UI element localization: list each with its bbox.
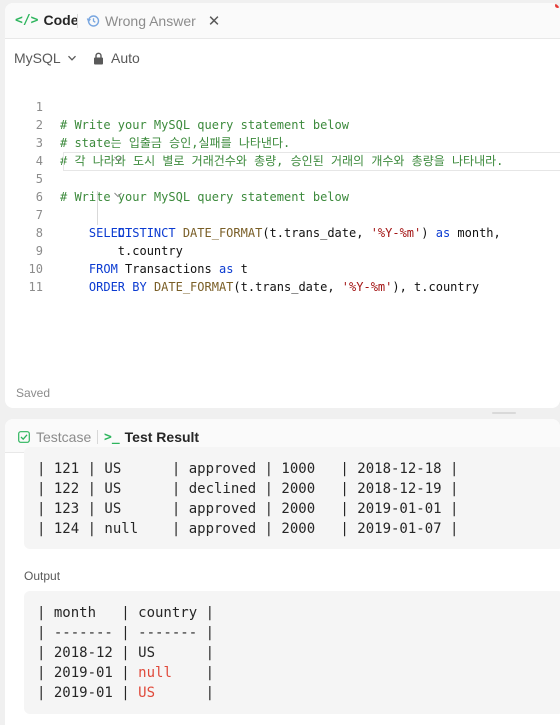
code-text: ORDER BY DATE_FORMAT(t.trans_date, '%Y-%…	[60, 278, 479, 296]
close-icon[interactable]: ✕	[208, 12, 221, 30]
table-row: | 124 | null | approved | 2000 | 2019-01…	[37, 521, 459, 537]
table-header: | month | country |	[37, 605, 215, 621]
testcase-input-table: | 121 | US | approved | 1000 | 2018-12-1…	[24, 447, 560, 549]
tab-code[interactable]: </> Code	[15, 12, 78, 28]
history-icon	[86, 14, 100, 28]
sql-keyword: ORDER BY	[88, 280, 147, 294]
code-text: ), t.country	[392, 280, 480, 294]
tab-code-label: Code	[43, 12, 79, 28]
output-label: Output	[24, 569, 61, 583]
code-text: (t.trans_date,	[233, 280, 342, 294]
code-line-active: 5	[5, 152, 560, 186]
code-line: 11	[5, 260, 560, 294]
table-row: | 2019-01 | null |	[24, 663, 560, 683]
code-icon: </>	[15, 12, 39, 28]
tab-divider	[77, 14, 78, 28]
sql-string: '%Y-%m'	[341, 280, 393, 294]
editor-toolbar: MySQL Auto	[5, 39, 560, 75]
table-row: | 2018-12 | US |	[24, 643, 560, 663]
cell-country-diff: US	[138, 685, 198, 701]
output-table: | month | country | | ------- | ------- …	[24, 591, 560, 714]
code-editor[interactable]: 1 # Write your MySQL query statement bel…	[5, 80, 560, 294]
code-line: 9 FROM Transactions as t	[5, 224, 560, 276]
language-select[interactable]: MySQL	[14, 50, 77, 66]
tab-test-result-label: Test Result	[124, 429, 200, 445]
table-divider: | ------- | ------- |	[37, 625, 215, 641]
sql-function: DATE_FORMAT	[153, 280, 234, 294]
cell-month: | 2019-01 |	[37, 665, 139, 681]
cell-end: |	[197, 645, 215, 661]
cell-country-diff: null	[138, 665, 198, 681]
code-line: 7 DISTINCT DATE_FORMAT(t.trans_date, '%Y…	[5, 188, 560, 240]
tab-divider	[97, 430, 98, 444]
notification-dot	[555, 3, 560, 8]
cell-country: US	[138, 645, 198, 661]
code-line: 10 ORDER BY DATE_FORMAT(t.trans_date, '%…	[5, 242, 560, 294]
editor-tabbar: </> Code Wrong Answer ✕	[5, 3, 560, 39]
code-line: 6 SELECT	[5, 170, 560, 240]
panel-resize-handle[interactable]	[492, 412, 516, 414]
table-row: | 2019-01 | US |	[24, 683, 560, 703]
page: </> Code Wrong Answer ✕ MySQL Auto 1 # W…	[0, 0, 560, 725]
language-label: MySQL	[14, 50, 61, 66]
table-row: | 122 | US | declined | 2000 | 2018-12-1…	[37, 481, 459, 497]
indent-guide	[97, 191, 98, 225]
chevron-down-icon	[67, 53, 77, 63]
cell-month: | 2018-12 |	[37, 645, 139, 661]
checkbox-icon	[18, 431, 30, 443]
lock-icon	[93, 52, 104, 65]
auto-label: Auto	[111, 50, 140, 66]
line-number: 11	[28, 280, 43, 294]
cell-month: | 2019-01 |	[37, 685, 139, 701]
tab-wrong-answer[interactable]: Wrong Answer ✕	[86, 12, 220, 30]
terminal-icon: >_	[104, 429, 120, 445]
result-panel: Testcase >_ Test Result | 121 | US | app…	[5, 419, 560, 725]
code-line: 3 # 각 나라와 도시 별로 거래건수와 총량, 승인된 거래의 개수와 총량…	[5, 116, 560, 168]
tab-testcase-label: Testcase	[36, 429, 92, 445]
code-line: 4 # Write your MySQL query statement bel…	[5, 134, 560, 204]
code-line: 8 t.country	[5, 206, 560, 258]
cell-end: |	[197, 665, 215, 681]
table-row: | 123 | US | approved | 2000 | 2019-01-0…	[37, 501, 459, 517]
code-line: 1 # Write your MySQL query statement bel…	[5, 80, 560, 132]
tab-wrong-answer-label: Wrong Answer	[105, 13, 196, 29]
table-row: | 121 | US | approved | 1000 | 2018-12-1…	[37, 461, 459, 477]
editor-panel: </> Code Wrong Answer ✕ MySQL Auto 1 # W…	[5, 3, 560, 408]
autocomplete-toggle[interactable]: Auto	[93, 50, 140, 66]
tab-test-result[interactable]: >_ Test Result	[104, 429, 199, 445]
saved-status: Saved	[16, 386, 51, 400]
code-line: 2 # state는 입출금 승인,실패를 나타낸다.	[5, 98, 560, 150]
cell-end: |	[197, 685, 215, 701]
tab-testcase[interactable]: Testcase	[18, 429, 91, 445]
